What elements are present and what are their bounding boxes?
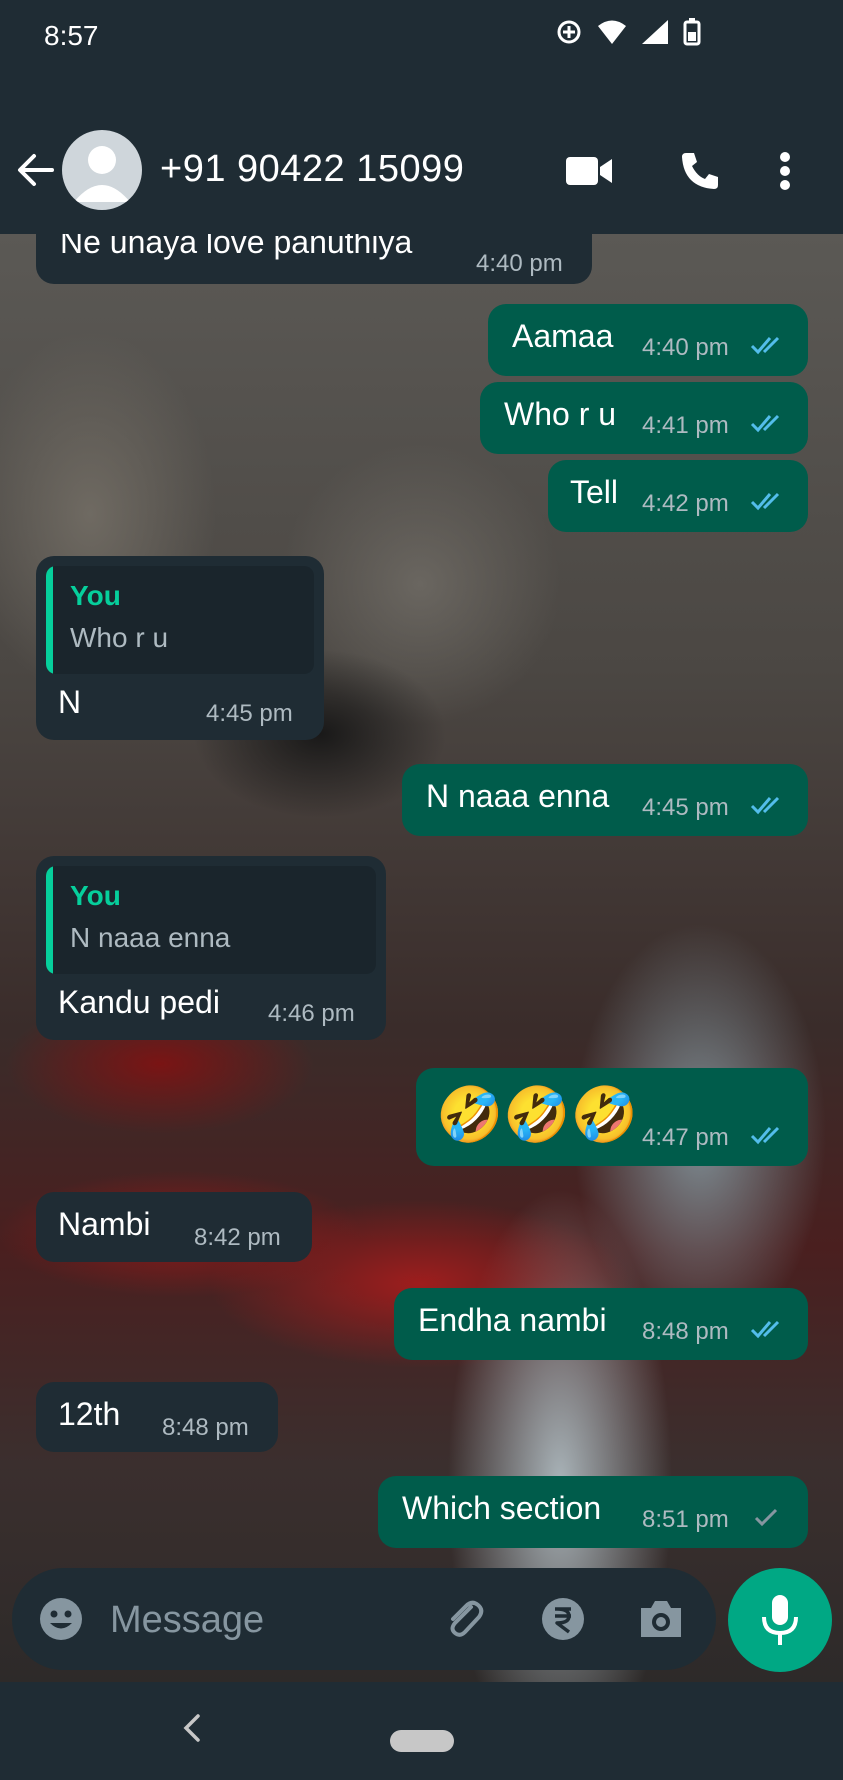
camera-button[interactable] bbox=[636, 1594, 686, 1644]
message-time: 4:40 pm bbox=[476, 250, 563, 277]
chat-header: +91 90422 15099 bbox=[0, 72, 843, 234]
message-incoming-reply[interactable]: You Who r u N 4:45 pm bbox=[36, 556, 324, 740]
contact-name[interactable]: +91 90422 15099 bbox=[160, 148, 464, 191]
quote-bar bbox=[46, 866, 53, 974]
status-icons bbox=[555, 18, 701, 46]
message-incoming-reply[interactable]: You N naaa enna Kandu pedi 4:46 pm bbox=[36, 856, 386, 1040]
avatar[interactable] bbox=[62, 130, 142, 210]
status-time: 8:57 bbox=[44, 20, 99, 51]
message-emoji: 🤣🤣🤣 bbox=[436, 1085, 638, 1145]
emoji-button[interactable] bbox=[36, 1594, 86, 1644]
video-call-button[interactable] bbox=[566, 148, 614, 194]
message-input[interactable] bbox=[108, 1592, 432, 1648]
wifi-icon bbox=[598, 20, 626, 44]
message-time: 8:51 pm bbox=[642, 1506, 729, 1533]
message-text: Kandu pedi bbox=[58, 984, 220, 1020]
message-outgoing[interactable]: Endha nambi 8:48 pm bbox=[394, 1288, 808, 1360]
quoted-message[interactable]: You Who r u bbox=[46, 566, 314, 674]
nav-back-icon[interactable] bbox=[176, 1708, 206, 1748]
phone-icon bbox=[682, 153, 718, 189]
message-text: N bbox=[58, 684, 82, 720]
more-options-button[interactable] bbox=[770, 148, 800, 194]
message-outgoing[interactable]: 🤣🤣🤣 4:47 pm bbox=[416, 1068, 808, 1166]
message-time: 4:46 pm bbox=[268, 1000, 355, 1027]
sent-tick-icon bbox=[754, 1508, 778, 1527]
voice-call-button[interactable] bbox=[676, 148, 724, 194]
read-ticks-icon bbox=[750, 492, 780, 511]
more-options-icon bbox=[780, 152, 790, 190]
message-time: 4:40 pm bbox=[642, 334, 729, 361]
message-text: Nambi bbox=[58, 1206, 151, 1242]
voice-message-button[interactable] bbox=[728, 1568, 832, 1672]
message-text: N naaa enna bbox=[426, 778, 610, 814]
message-time: 8:48 pm bbox=[642, 1318, 729, 1345]
back-arrow-icon[interactable] bbox=[16, 150, 56, 190]
signal-icon bbox=[642, 20, 668, 44]
message-incoming[interactable]: Ne unaya love panuthiya 4:40 pm bbox=[36, 234, 592, 284]
quote-text: Who r u bbox=[70, 622, 169, 653]
message-text: Who r u bbox=[504, 396, 617, 432]
message-composer bbox=[12, 1568, 716, 1670]
read-ticks-icon bbox=[750, 336, 780, 355]
message-outgoing[interactable]: Tell 4:42 pm bbox=[548, 460, 808, 532]
quote-bar bbox=[46, 566, 53, 674]
message-time: 8:48 pm bbox=[162, 1414, 249, 1441]
payment-button[interactable] bbox=[538, 1594, 588, 1644]
message-outgoing[interactable]: Which section 8:51 pm bbox=[378, 1476, 808, 1548]
message-text: Endha nambi bbox=[418, 1302, 607, 1338]
message-outgoing[interactable]: Aamaa 4:40 pm bbox=[488, 304, 808, 376]
camera-icon bbox=[641, 1601, 681, 1637]
read-ticks-icon bbox=[750, 796, 780, 815]
message-text: 12th bbox=[58, 1396, 121, 1432]
attach-button[interactable] bbox=[440, 1594, 490, 1644]
message-text: Aamaa bbox=[512, 318, 614, 354]
message-time: 8:42 pm bbox=[194, 1224, 281, 1251]
read-ticks-icon bbox=[750, 1320, 780, 1339]
message-time: 4:42 pm bbox=[642, 490, 729, 517]
message-time: 4:45 pm bbox=[642, 794, 729, 821]
message-time: 4:47 pm bbox=[642, 1124, 729, 1151]
read-ticks-icon bbox=[750, 1126, 780, 1145]
rupee-icon bbox=[542, 1598, 584, 1640]
read-ticks-icon bbox=[750, 414, 780, 433]
message-incoming[interactable]: 12th 8:48 pm bbox=[36, 1382, 278, 1452]
quoted-message[interactable]: You N naaa enna bbox=[46, 866, 376, 974]
chat-area[interactable]: Ne unaya love panuthiya 4:40 pm Aamaa 4:… bbox=[0, 234, 843, 1682]
battery-icon bbox=[683, 18, 701, 46]
message-outgoing[interactable]: N naaa enna 4:45 pm bbox=[402, 764, 808, 836]
quote-author: You bbox=[70, 880, 121, 911]
attach-icon bbox=[450, 1600, 484, 1637]
quote-author: You bbox=[70, 580, 121, 611]
message-text: Which section bbox=[402, 1490, 602, 1526]
mic-icon bbox=[762, 1595, 798, 1645]
message-time: 4:45 pm bbox=[206, 700, 293, 727]
avatar-icon bbox=[74, 146, 130, 202]
message-text: Ne unaya love panuthiya bbox=[60, 234, 413, 260]
message-text: Tell bbox=[570, 474, 619, 510]
message-outgoing[interactable]: Who r u 4:41 pm bbox=[480, 382, 808, 454]
data-saver-icon bbox=[557, 20, 581, 44]
message-incoming[interactable]: Nambi 8:42 pm bbox=[36, 1192, 312, 1262]
video-call-icon bbox=[566, 157, 612, 185]
message-time: 4:41 pm bbox=[642, 412, 729, 439]
emoji-icon bbox=[40, 1598, 82, 1640]
quote-text: N naaa enna bbox=[70, 922, 231, 953]
status-bar: 8:57 bbox=[0, 0, 843, 72]
nav-home-pill[interactable] bbox=[390, 1730, 454, 1752]
